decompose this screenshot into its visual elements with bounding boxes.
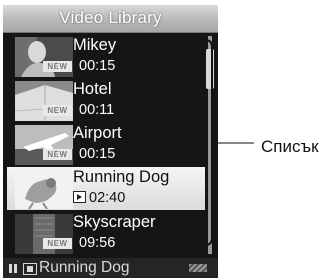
list-callout-label: Списък xyxy=(261,137,319,156)
